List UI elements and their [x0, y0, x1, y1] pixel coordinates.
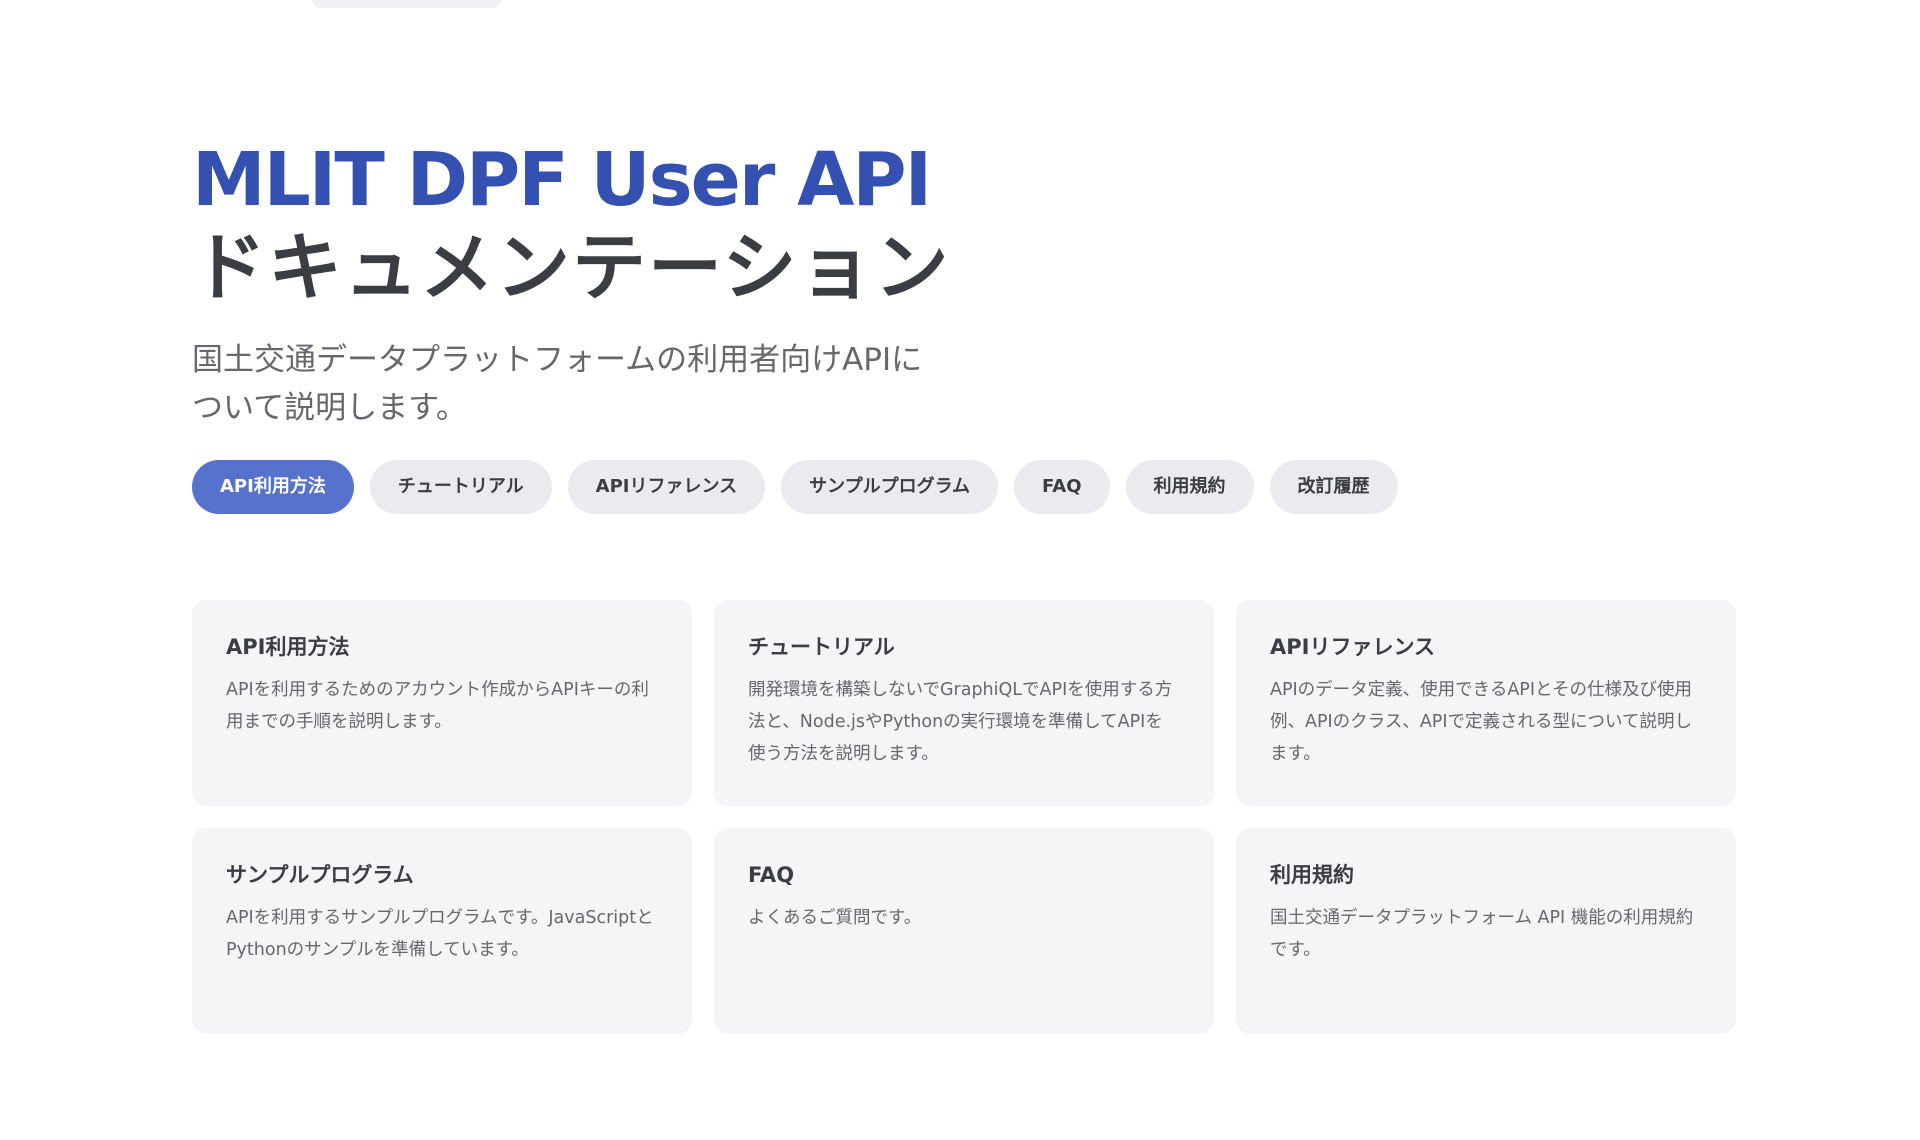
feature-card-terms[interactable]: 利用規約 国土交通データプラットフォーム API 機能の利用規約です。	[1236, 828, 1736, 1034]
feature-title: サンプルプログラム	[226, 863, 414, 887]
hero-actions: API利用方法 チュートリアル APIリファレンス サンプルプログラム FAQ …	[192, 460, 1398, 514]
feature-card-tutorial[interactable]: チュートリアル 開発環境を構築しないでGraphiQLでAPIを使用する方法と、…	[714, 600, 1214, 806]
feature-details: よくあるご質問です。	[748, 908, 922, 928]
feature-details: 国土交通データプラットフォーム API 機能の利用規約です。	[1270, 908, 1694, 960]
feature-card-faq[interactable]: FAQ よくあるご質問です。	[714, 828, 1214, 1034]
action-button-changelog[interactable]: 改訂履歴	[1269, 460, 1398, 514]
feature-details: 開発環境を構築しないでGraphiQLでAPIを使用する方法と、Node.jsや…	[748, 680, 1173, 764]
action-button-api-reference[interactable]: APIリファレンス	[567, 460, 766, 514]
feature-card-sample-programs[interactable]: サンプルプログラム APIを利用するサンプルプログラムです。JavaScript…	[192, 828, 692, 1034]
action-button-faq[interactable]: FAQ	[1014, 460, 1110, 514]
action-button-api-usage[interactable]: API利用方法	[192, 460, 354, 514]
action-button-sample-programs[interactable]: サンプルプログラム	[781, 460, 999, 514]
feature-title: FAQ	[748, 863, 795, 887]
top-nav-stub	[312, 0, 502, 8]
page: MLIT DPF User API ドキュメンテーション 国土交通データプラット…	[0, 0, 1920, 1140]
feature-card-api-reference[interactable]: APIリファレンス APIのデータ定義、使用できるAPIとその仕様及び使用例、A…	[1236, 600, 1736, 806]
feature-card-api-usage[interactable]: API利用方法 APIを利用するためのアカウント作成からAPIキーの利用までの手…	[192, 600, 692, 806]
feature-title: チュートリアル	[748, 635, 895, 659]
hero-name: MLIT DPF User API	[192, 137, 932, 223]
feature-details: APIを利用するためのアカウント作成からAPIキーの利用までの手順を説明します。	[226, 680, 649, 732]
hero-text: ドキュメンテーション	[192, 225, 951, 311]
feature-details: APIを利用するサンプルプログラムです。JavaScriptとPythonのサン…	[226, 908, 654, 960]
feature-title: 利用規約	[1270, 863, 1354, 887]
hero: MLIT DPF User API ドキュメンテーション 国土交通データプラット…	[192, 136, 1752, 432]
hero-tagline: 国土交通データプラットフォームの利用者向けAPIについて説明します。	[192, 342, 923, 426]
feature-details: APIのデータ定義、使用できるAPIとその仕様及び使用例、APIのクラス、API…	[1270, 680, 1692, 764]
feature-grid: API利用方法 APIを利用するためのアカウント作成からAPIキーの利用までの手…	[192, 600, 1738, 1034]
feature-title: APIリファレンス	[1270, 635, 1436, 659]
feature-title: API利用方法	[226, 635, 350, 659]
action-button-tutorial[interactable]: チュートリアル	[369, 460, 552, 514]
action-button-terms[interactable]: 利用規約	[1125, 460, 1254, 514]
